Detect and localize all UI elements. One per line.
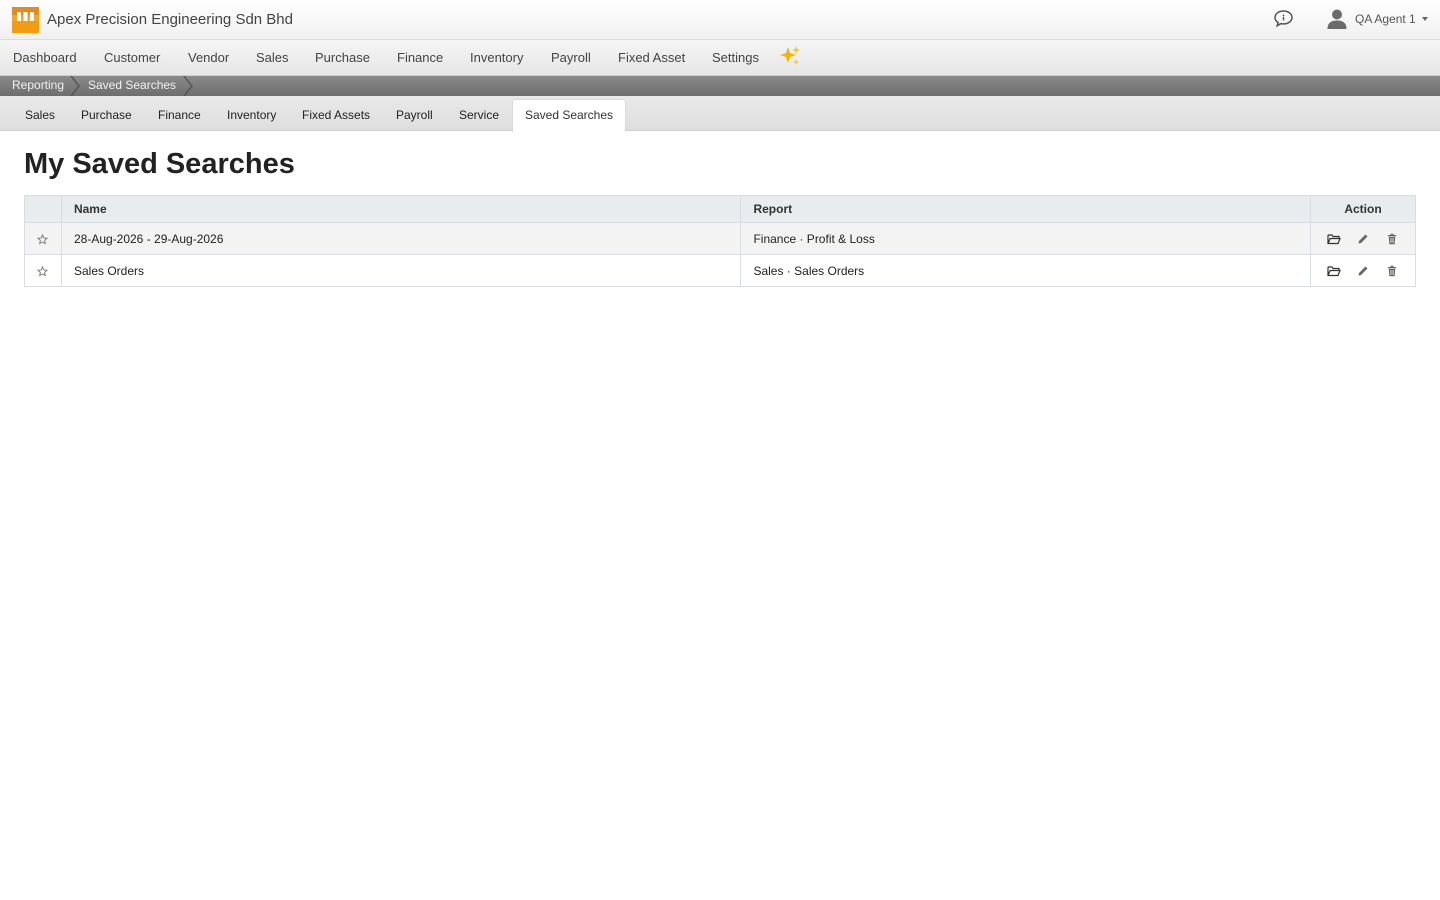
nav-purchase[interactable]: Purchase bbox=[315, 50, 370, 65]
nav-inventory[interactable]: Inventory bbox=[470, 50, 523, 65]
tab-finance[interactable]: Finance bbox=[158, 108, 201, 122]
user-menu[interactable]: QA Agent 1 bbox=[1326, 6, 1428, 32]
column-header-action: Action bbox=[1310, 195, 1416, 223]
user-name: QA Agent 1 bbox=[1355, 12, 1416, 26]
column-header-name[interactable]: Name bbox=[60, 195, 742, 223]
tab-inventory[interactable]: Inventory bbox=[227, 108, 276, 122]
row-actions bbox=[1310, 222, 1416, 255]
chat-icon[interactable] bbox=[1273, 9, 1294, 28]
breadcrumb-separator-icon bbox=[183, 76, 193, 96]
nav-vendor[interactable]: Vendor bbox=[188, 50, 229, 65]
breadcrumb: Reporting Saved Searches bbox=[0, 76, 1440, 96]
app-logo-icon[interactable] bbox=[12, 7, 39, 33]
breadcrumb-separator-icon bbox=[70, 76, 80, 96]
star-icon[interactable] bbox=[37, 265, 49, 277]
column-header-favorite bbox=[24, 195, 62, 223]
search-report: Sales · Sales Orders bbox=[740, 254, 1312, 287]
search-name[interactable]: 28-Aug-2026 - 29-Aug-2026 bbox=[60, 222, 742, 255]
delete-trash-icon[interactable] bbox=[1385, 232, 1399, 246]
table-row: 28-Aug-2026 - 29-Aug-2026 Finance · Prof… bbox=[24, 222, 1416, 255]
main-nav: Dashboard Customer Vendor Sales Purchase… bbox=[0, 40, 1440, 76]
tab-service[interactable]: Service bbox=[459, 108, 499, 122]
open-folder-icon[interactable] bbox=[1327, 264, 1341, 278]
nav-settings[interactable]: Settings bbox=[712, 50, 759, 65]
favorite-cell bbox=[24, 254, 62, 287]
edit-pencil-icon[interactable] bbox=[1356, 232, 1370, 246]
tab-sales[interactable]: Sales bbox=[25, 108, 55, 122]
nav-sales[interactable]: Sales bbox=[256, 50, 289, 65]
top-bar: Apex Precision Engineering Sdn Bhd QA Ag… bbox=[0, 0, 1440, 40]
open-folder-icon[interactable] bbox=[1327, 232, 1341, 246]
chevron-down-icon bbox=[1421, 17, 1428, 21]
tab-fixed-assets[interactable]: Fixed Assets bbox=[302, 108, 370, 122]
company-name: Apex Precision Engineering Sdn Bhd bbox=[47, 11, 293, 28]
nav-fixed-asset[interactable]: Fixed Asset bbox=[618, 50, 685, 65]
tab-purchase[interactable]: Purchase bbox=[81, 108, 132, 122]
nav-customer[interactable]: Customer bbox=[104, 50, 160, 65]
delete-trash-icon[interactable] bbox=[1385, 264, 1399, 278]
tab-saved-searches[interactable]: Saved Searches bbox=[512, 99, 626, 132]
search-name[interactable]: Sales Orders bbox=[60, 254, 742, 287]
breadcrumb-saved-searches[interactable]: Saved Searches bbox=[88, 78, 176, 92]
saved-searches-table: Name Report Action 28-Aug-2026 - 29-Aug-… bbox=[24, 195, 1416, 287]
search-report: Finance · Profit & Loss bbox=[740, 222, 1312, 255]
nav-finance[interactable]: Finance bbox=[397, 50, 443, 65]
report-tabs: Sales Purchase Finance Inventory Fixed A… bbox=[0, 96, 1440, 132]
table-row: Sales Orders Sales · Sales Orders bbox=[24, 254, 1416, 287]
star-icon[interactable] bbox=[37, 233, 49, 245]
nav-dashboard[interactable]: Dashboard bbox=[13, 50, 77, 65]
breadcrumb-reporting[interactable]: Reporting bbox=[12, 78, 64, 92]
sparkle-icon[interactable] bbox=[779, 45, 801, 67]
nav-payroll[interactable]: Payroll bbox=[551, 50, 591, 65]
user-avatar-icon bbox=[1327, 9, 1347, 29]
edit-pencil-icon[interactable] bbox=[1356, 264, 1370, 278]
column-header-report[interactable]: Report bbox=[740, 195, 1312, 223]
page-title: My Saved Searches bbox=[24, 148, 295, 180]
favorite-cell bbox=[24, 222, 62, 255]
table-header-row: Name Report Action bbox=[24, 195, 1416, 223]
row-actions bbox=[1310, 254, 1416, 287]
tab-payroll[interactable]: Payroll bbox=[396, 108, 433, 122]
